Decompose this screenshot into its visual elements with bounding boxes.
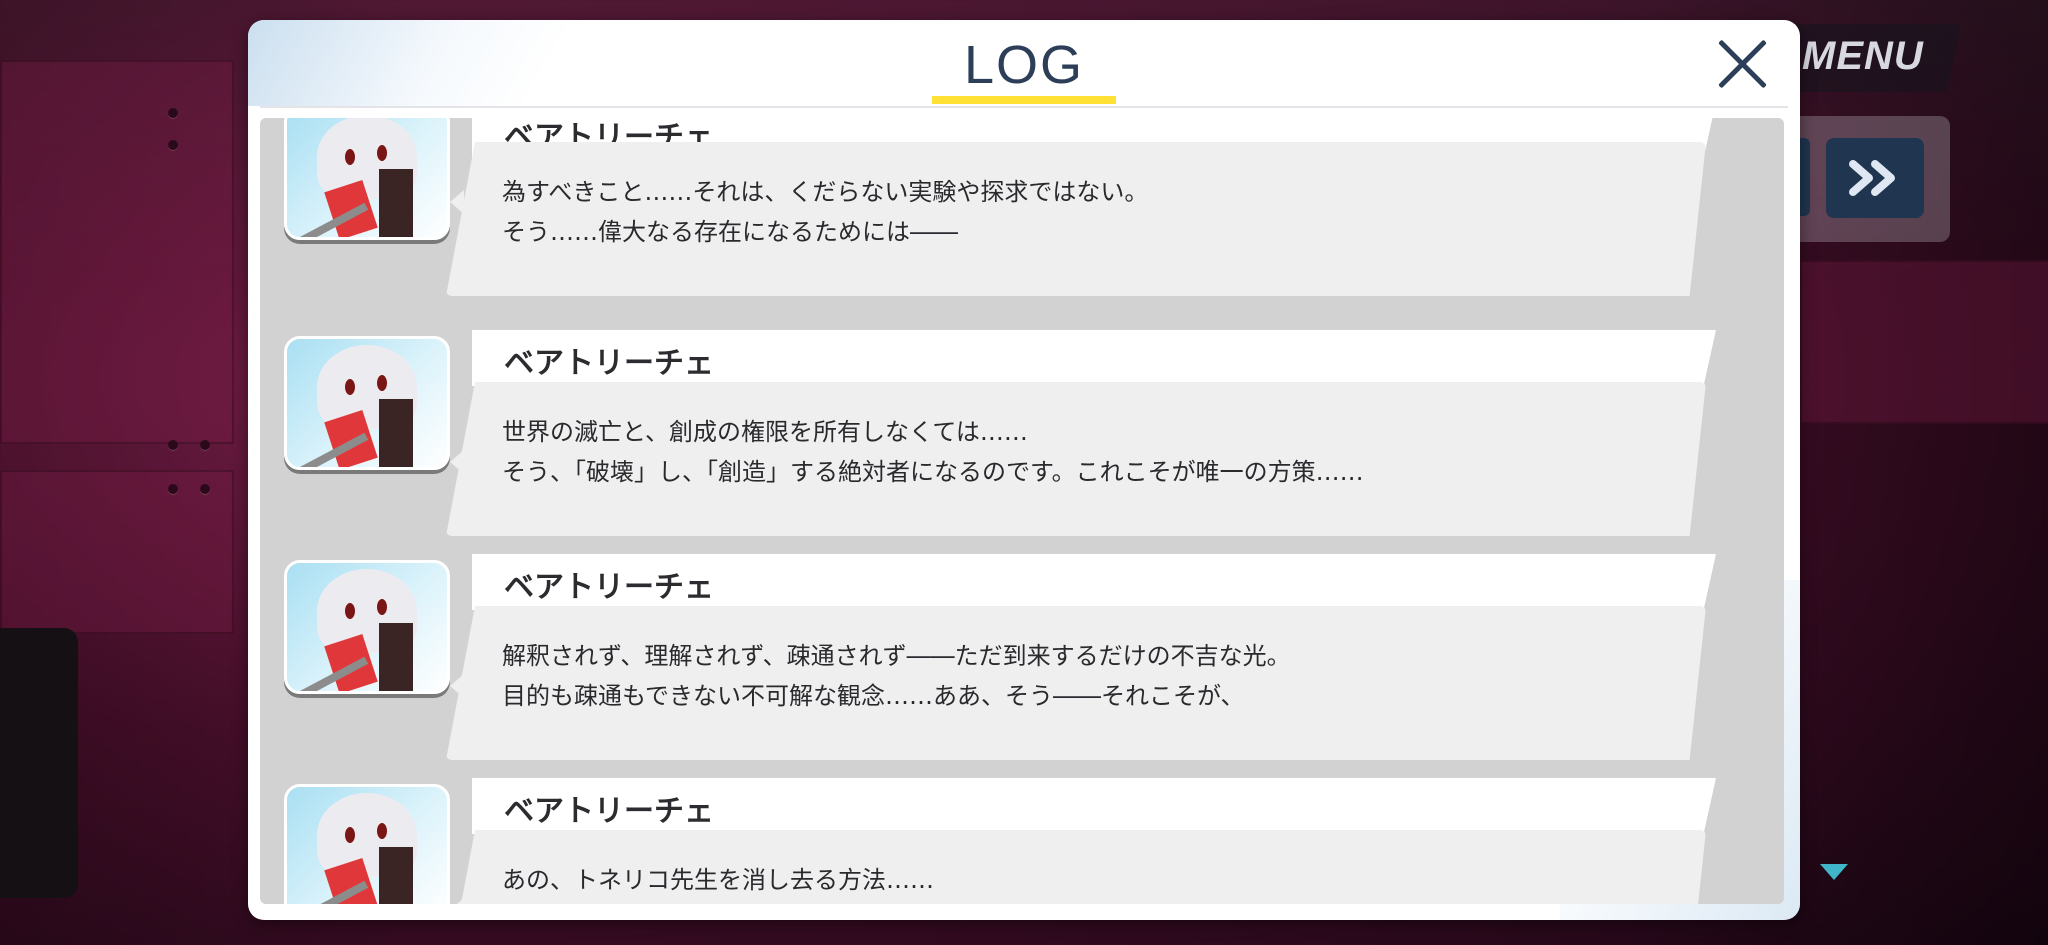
- bubble-tail: [450, 190, 464, 214]
- log-window: LOG ベアトリーチェ 為すべきこと……それは、くだらない実験や探求ではない。 …: [248, 20, 1800, 920]
- background-panel: [0, 60, 234, 444]
- triangle-down-icon[interactable]: [1820, 864, 1848, 880]
- bubble-tail: [450, 898, 464, 904]
- speaker-avatar: [284, 784, 450, 904]
- log-entry: ベアトリーチェ 世界の滅亡と、創成の権限を所有しなくては…… そう、「破壊」し、…: [260, 330, 1784, 540]
- close-icon[interactable]: [1712, 34, 1772, 94]
- speaker-avatar: [284, 336, 450, 470]
- dialogue-line: そう、「破壊」し、「創造」する絶対者になるのです。これこそが唯一の方策……: [502, 458, 1364, 486]
- header-divider: [260, 106, 1788, 108]
- left-side-panel: [0, 628, 78, 898]
- log-entry: ベアトリーチェ 為すべきこと……それは、くだらない実験や探求ではない。 そう………: [260, 118, 1784, 296]
- rivet: [168, 440, 178, 450]
- speaker-avatar: [284, 118, 450, 240]
- bubble-tail: [450, 674, 464, 698]
- speaker-avatar: [284, 560, 450, 694]
- dialogue-line: 目的も疎通もできない不可解な観念……ああ、そう――それこそが、: [502, 682, 1245, 710]
- rivet: [200, 440, 210, 450]
- log-entry: ベアトリーチェ あの、トネリコ先生を消し去る方法……: [260, 778, 1784, 904]
- title-underline: [932, 96, 1116, 104]
- fast-forward-icon: [1849, 160, 1895, 196]
- log-title: LOG: [963, 35, 1085, 95]
- rivet: [168, 108, 178, 118]
- log-entry: ベアトリーチェ 解釈されず、理解されず、疎通されず――ただ到来するだけの不吉な光…: [260, 554, 1784, 764]
- background-panel: [0, 470, 234, 634]
- menu-label[interactable]: MENU: [1802, 34, 1924, 79]
- dialogue-line: あの、トネリコ先生を消し去る方法……: [502, 866, 934, 894]
- dialogue-line: 解釈されず、理解されず、疎通されず――ただ到来するだけの不吉な光。: [502, 642, 1291, 670]
- fast-forward-button[interactable]: [1826, 138, 1924, 218]
- speaker-name: ベアトリーチェ: [504, 346, 714, 381]
- bubble-tail: [450, 450, 464, 474]
- dialogue-line: 世界の滅亡と、創成の権限を所有しなくては……: [502, 418, 1028, 446]
- speaker-name: ベアトリーチェ: [504, 570, 714, 605]
- rivet: [168, 140, 178, 150]
- speaker-name: ベアトリーチェ: [504, 794, 714, 829]
- dialogue-line: 為すべきこと……それは、くだらない実験や探求ではない。: [502, 178, 1149, 206]
- log-list[interactable]: ベアトリーチェ 為すべきこと……それは、くだらない実験や探求ではない。 そう………: [260, 118, 1784, 904]
- background-panel: [1800, 260, 2048, 424]
- dialogue-line: そう……偉大なる存在になるためには――: [502, 218, 958, 246]
- rivet: [168, 484, 178, 494]
- rivet: [200, 484, 210, 494]
